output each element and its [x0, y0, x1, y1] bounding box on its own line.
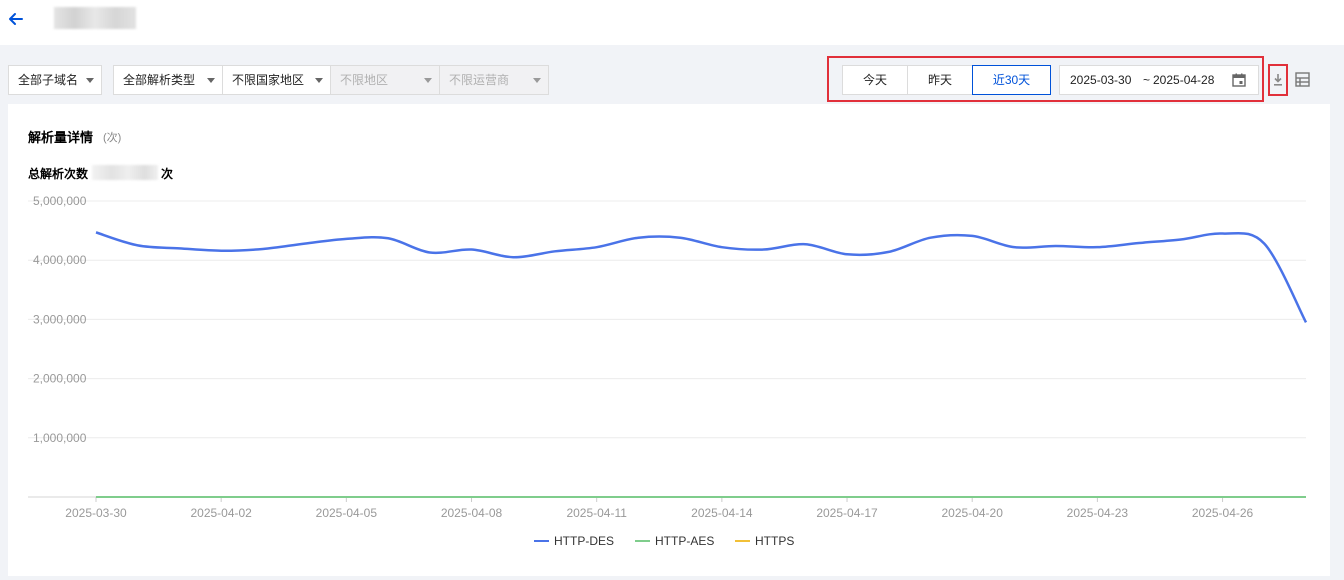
- x-tick-label: 2025-04-02: [190, 506, 252, 520]
- legend-label: HTTPS: [755, 534, 794, 548]
- table-icon[interactable]: [1295, 72, 1310, 87]
- country-select-value: 不限国家地区: [232, 73, 305, 87]
- legend-label: HTTP-DES: [554, 534, 614, 548]
- download-icon: [1274, 74, 1282, 86]
- tab-yesterday[interactable]: 昨天: [907, 65, 973, 95]
- arrow-left-icon[interactable]: [6, 9, 26, 29]
- y-tick-label: 3,000,000: [33, 312, 87, 326]
- resolve-type-select[interactable]: 全部解析类型: [113, 65, 223, 95]
- x-tick-label: 2025-04-05: [316, 506, 378, 520]
- tab-last-30-days-label: 近30天: [992, 73, 1031, 87]
- tab-today[interactable]: 今天: [842, 65, 908, 95]
- x-tick-label: 2025-04-11: [566, 506, 627, 520]
- y-tick-label: 2,000,000: [33, 372, 87, 386]
- chevron-down-icon: [207, 78, 215, 83]
- date-range-picker[interactable]: 2025-03-30 ~ 2025-04-28: [1059, 65, 1259, 95]
- x-tick-label: 2025-04-14: [691, 506, 753, 520]
- y-tick-label: 5,000,000: [33, 194, 87, 208]
- x-tick-label: 2025-04-08: [441, 506, 503, 520]
- subdomain-select-value: 全部子域名: [18, 73, 79, 87]
- legend-label: HTTP-AES: [655, 534, 714, 548]
- date-end: 2025-04-28: [1153, 73, 1215, 87]
- region-select: 不限地区: [330, 65, 440, 95]
- tab-yesterday-label: 昨天: [927, 73, 952, 87]
- y-tick-label: 4,000,000: [33, 253, 87, 267]
- line-chart: 1,000,000 2,000,000 3,000,000 4,000,000 5,00…: [28, 194, 1308, 548]
- isp-select-value: 不限运营商: [449, 73, 510, 87]
- isp-select: 不限运营商: [439, 65, 549, 95]
- country-select[interactable]: 不限国家地区: [222, 65, 331, 95]
- date-separator: ~: [1143, 73, 1151, 87]
- tab-last-30-days[interactable]: 近30天: [972, 65, 1051, 95]
- tab-today-label: 今天: [862, 73, 887, 87]
- date-start: 2025-03-30: [1070, 73, 1132, 87]
- download-button[interactable]: [1268, 64, 1288, 96]
- x-tick-label: 2025-04-23: [1067, 506, 1129, 520]
- x-tick-label: 2025-04-20: [942, 506, 1004, 520]
- subdomain-select[interactable]: 全部子域名: [8, 65, 102, 95]
- y-tick-label: 1,000,000: [33, 431, 87, 445]
- chevron-down-icon: [533, 78, 541, 83]
- calendar-icon[interactable]: [1232, 73, 1246, 87]
- resolve-type-select-value: 全部解析类型: [123, 73, 196, 87]
- chart-card: 解析量详情 (次) 总解析次数 次 1,000,000 2,000,000 3,00…: [8, 104, 1330, 576]
- chevron-down-icon: [424, 78, 432, 83]
- chevron-down-icon: [86, 78, 94, 83]
- x-tick-label: 2025-04-26: [1192, 506, 1254, 520]
- page-title-redacted: [54, 7, 136, 29]
- x-tick-label: 2025-04-17: [816, 506, 878, 520]
- series-line-http-des: [95, 231, 1308, 323]
- top-bar: [0, 0, 1344, 45]
- chevron-down-icon: [315, 78, 323, 83]
- region-select-value: 不限地区: [340, 73, 389, 87]
- x-tick-label: 2025-03-30: [65, 506, 127, 520]
